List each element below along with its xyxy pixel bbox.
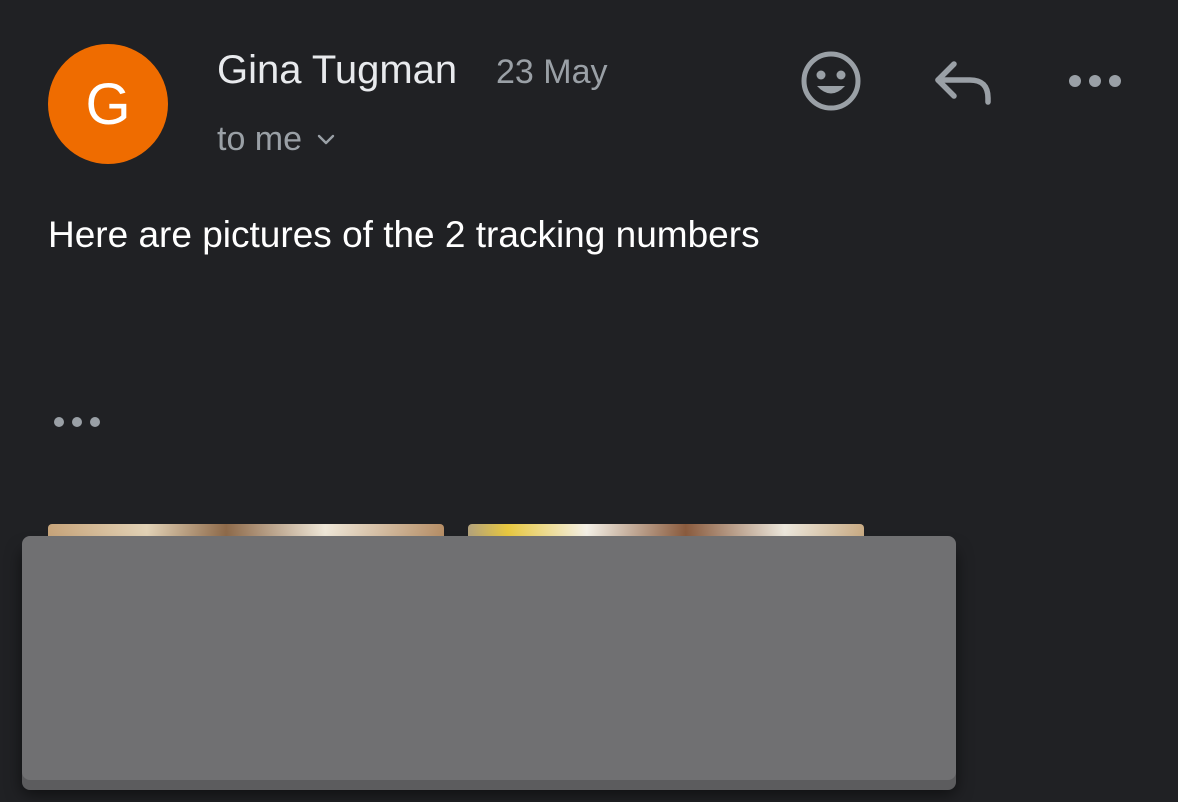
message-body: Here are pictures of the 2 tracking numb…: [48, 214, 760, 255]
emoji-reaction-button[interactable]: [796, 46, 866, 116]
reply-icon: [935, 61, 991, 105]
email-message-view: G Gina Tugman 23 May to me Here are pict…: [0, 0, 1178, 802]
message-date: 23 May: [496, 53, 608, 91]
recipient-toggle[interactable]: to me: [217, 118, 336, 160]
reply-button[interactable]: [926, 46, 1000, 116]
redaction-overlay: [22, 536, 956, 780]
more-horizontal-icon: [1069, 75, 1121, 87]
more-options-button[interactable]: [1062, 58, 1128, 104]
recipient-label: to me: [217, 120, 303, 158]
emoji-icon: [801, 51, 861, 111]
more-horizontal-icon: [54, 417, 100, 427]
avatar-initial: G: [85, 71, 131, 137]
chevron-down-icon: [317, 134, 335, 145]
sender-name[interactable]: Gina Tugman: [217, 46, 457, 94]
show-trimmed-content-button[interactable]: [46, 404, 110, 440]
avatar[interactable]: G: [48, 44, 168, 164]
